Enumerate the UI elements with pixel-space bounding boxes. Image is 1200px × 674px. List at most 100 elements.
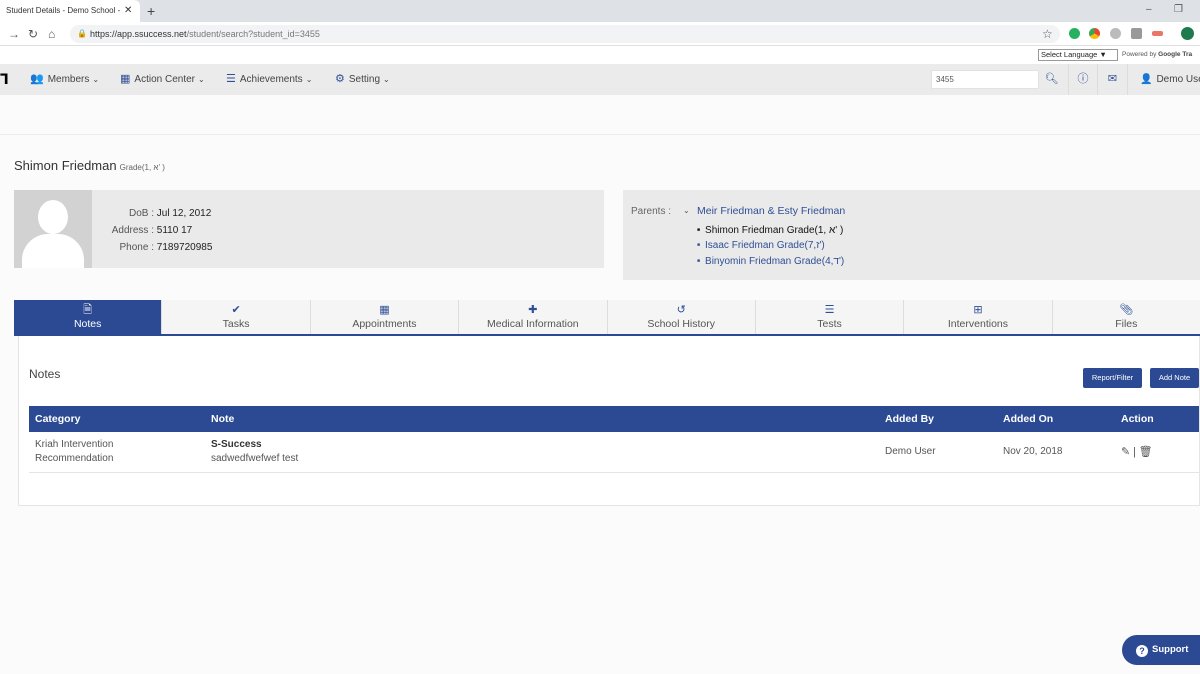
url-path: /student/search?student_id=3455 bbox=[186, 29, 320, 39]
child-item-link[interactable]: Isaac Friedman Grade(7,ז') bbox=[697, 238, 844, 253]
chevron-down-icon: ⌄ bbox=[92, 75, 100, 84]
info-icon[interactable]: ⓘ bbox=[1068, 64, 1097, 95]
added-on-cell: Nov 20, 2018 bbox=[997, 432, 1115, 473]
chevron-down-icon: ⌄ bbox=[383, 75, 390, 84]
column-header: Action bbox=[1115, 406, 1199, 432]
user-menu[interactable]: 👤Demo User bbox=[1127, 64, 1200, 95]
search-icon[interactable]: 🔍︎ bbox=[1039, 64, 1064, 95]
address-bar-row: → ↻ ⌂ 🔒 https://app.ssuccess.net/student… bbox=[0, 22, 1200, 46]
user-name: Demo User bbox=[1156, 74, 1200, 85]
home-icon[interactable]: ⌂ bbox=[48, 22, 55, 46]
calendar-icon: ▦ bbox=[120, 73, 131, 85]
new-tab-button[interactable]: + bbox=[147, 0, 155, 22]
lock-icon: 🔒 bbox=[77, 29, 87, 38]
address-value: 5110 17 bbox=[156, 225, 193, 236]
phone-label: Phone : bbox=[119, 242, 154, 253]
child-item-link[interactable]: Binyomin Friedman Grade(4,ד') bbox=[697, 254, 844, 269]
student-avatar bbox=[14, 190, 92, 268]
tab-label: School History bbox=[647, 318, 716, 330]
nav-achievements[interactable]: ☰ Achievements ⌄ bbox=[226, 64, 312, 95]
bookmark-star-icon[interactable]: ☆ bbox=[1042, 22, 1053, 46]
translate-text: Tra bbox=[1182, 51, 1193, 58]
address-label: Address : bbox=[111, 225, 154, 236]
app-logo[interactable]: ᒣ bbox=[0, 71, 9, 88]
report-filter-button[interactable]: Report/Filter bbox=[1083, 368, 1142, 388]
tab-school-history[interactable]: ↺ School History bbox=[608, 300, 756, 334]
add-note-button[interactable]: Add Note bbox=[1150, 368, 1199, 388]
chevron-down-icon[interactable]: ⌄ bbox=[683, 206, 690, 215]
paperclip-icon: 📎︎ bbox=[1119, 304, 1134, 316]
reload-icon[interactable]: ↻ bbox=[28, 22, 38, 46]
close-tab-icon[interactable]: ✕ bbox=[124, 0, 132, 22]
nav-setting[interactable]: ⚙ Setting ⌄ bbox=[335, 64, 390, 95]
avatar-body-shape bbox=[22, 234, 84, 268]
select-language-dropdown[interactable]: Select Language ▼ bbox=[1038, 49, 1118, 61]
tab-label: Tasks bbox=[222, 318, 250, 330]
translate-bar: Select Language ▼ Powered by Google Tra bbox=[0, 46, 1200, 64]
url-host: https://app.ssuccess.net bbox=[90, 29, 187, 39]
support-button[interactable]: ? Support bbox=[1122, 635, 1200, 665]
browser-tab[interactable]: Student Details - Demo School - ✕ bbox=[0, 0, 140, 22]
powered-by-text: Powered by bbox=[1122, 51, 1157, 58]
table-header-row: Category Note Added By Added On Action bbox=[29, 406, 1199, 432]
color-extension-icon[interactable] bbox=[1089, 28, 1100, 39]
back-icon[interactable]: → bbox=[8, 22, 20, 46]
medkit-icon: ✚ bbox=[528, 304, 538, 316]
tab-files[interactable]: 📎︎ Files bbox=[1053, 300, 1200, 334]
url-field[interactable]: 🔒 https://app.ssuccess.net/student/searc… bbox=[70, 25, 1060, 43]
column-header: Note bbox=[205, 406, 879, 432]
notion-extension-icon[interactable] bbox=[1131, 28, 1142, 39]
category-cell: Kriah Intervention Recommendation bbox=[29, 432, 205, 473]
category-line: Recommendation bbox=[35, 453, 114, 464]
tab-label: Interventions bbox=[947, 318, 1008, 330]
parents-card: Parents : ⌄ Meir Friedman & Esty Friedma… bbox=[623, 190, 1200, 280]
category-line: Kriah Intervention bbox=[35, 439, 114, 450]
nav-action-center[interactable]: ▦ Action Center ⌄ bbox=[120, 64, 205, 95]
app-navbar: ᒣ 👥 Members ⌄ ▦ Action Center ⌄ ☰ Achievement… bbox=[0, 64, 1200, 95]
table-row: Kriah Intervention Recommendation S-Succ… bbox=[29, 432, 1199, 473]
children-list: Shimon Friedman Grade(1, א' ) Isaac Frie… bbox=[697, 223, 844, 269]
grammarly-extension-icon[interactable] bbox=[1069, 28, 1080, 39]
avatar-head-shape bbox=[38, 200, 68, 234]
student-grade: Grade(1, א' ) bbox=[119, 163, 165, 172]
student-search-input[interactable] bbox=[931, 70, 1039, 89]
student-info-card: DoB : Jul 12, 2012 Address : 5110 17 Pho… bbox=[14, 190, 604, 268]
student-details: DoB : Jul 12, 2012 Address : 5110 17 Pho… bbox=[98, 205, 213, 256]
action-cell: ✎ | 🗑︎ bbox=[1115, 432, 1199, 473]
notes-title: Notes bbox=[29, 367, 61, 381]
column-header: Added By bbox=[879, 406, 997, 432]
minimize-icon[interactable]: – bbox=[1146, 0, 1152, 20]
restore-icon[interactable]: ❐ bbox=[1174, 0, 1183, 20]
tab-tasks[interactable]: ✔ Tasks bbox=[162, 300, 311, 334]
nav-setting-label: Setting bbox=[348, 74, 381, 85]
tab-notes[interactable]: 🗎 Notes bbox=[14, 300, 163, 334]
dob-row: DoB : Jul 12, 2012 bbox=[98, 205, 212, 222]
edit-icon[interactable]: ✎ bbox=[1121, 446, 1130, 458]
tab-label: Appointments bbox=[352, 318, 417, 330]
mail-icon[interactable]: ✉ bbox=[1097, 64, 1127, 95]
column-header: Category bbox=[29, 406, 205, 432]
nav-members[interactable]: 👥 Members ⌄ bbox=[30, 64, 99, 95]
tab-interventions[interactable]: ⊞ Interventions bbox=[904, 300, 1053, 334]
nav-achievements-label: Achievements bbox=[239, 74, 303, 85]
nav-members-label: Members bbox=[47, 74, 90, 85]
tab-tests[interactable]: ☰ Tests bbox=[756, 300, 905, 334]
list-icon: ☰ bbox=[824, 304, 835, 316]
tab-label: Files bbox=[1115, 318, 1138, 330]
phone-value: 7189720985 bbox=[156, 242, 213, 253]
users-icon: 👥 bbox=[30, 73, 44, 85]
parents-names-link[interactable]: Meir Friedman & Esty Friedman bbox=[697, 205, 845, 217]
extension-icon[interactable] bbox=[1110, 28, 1121, 39]
tab-label: Medical Information bbox=[487, 318, 579, 330]
tab-label: Tests bbox=[817, 318, 842, 330]
google-text: Google bbox=[1158, 51, 1181, 58]
notes-table: Category Note Added By Added On Action K… bbox=[29, 406, 1199, 473]
support-label: Support bbox=[1152, 644, 1189, 655]
tab-appointments[interactable]: ▦ Appointments bbox=[311, 300, 460, 334]
note-title: S-Success bbox=[211, 439, 262, 450]
tab-medical-information[interactable]: ✚ Medical Information bbox=[459, 300, 608, 334]
trash-icon[interactable]: 🗑︎ bbox=[1139, 446, 1153, 458]
profile-avatar-icon[interactable] bbox=[1181, 27, 1194, 40]
extension-icon[interactable] bbox=[1152, 31, 1163, 36]
browser-tab-title: Student Details - Demo School - bbox=[6, 6, 121, 15]
